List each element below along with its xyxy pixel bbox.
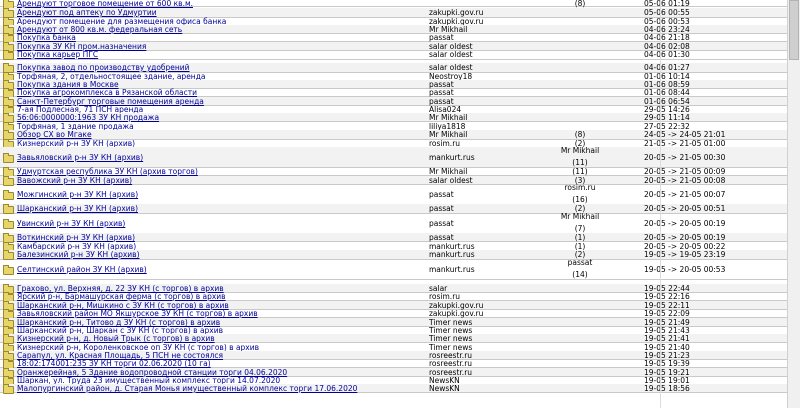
topic-title-link[interactable]: Покупка банка: [17, 34, 76, 42]
topic-row[interactable]: 18:02:174001:235 ЗУ КН торги 02.06.2020 …: [0, 359, 800, 369]
topic-title-link[interactable]: Покупка завод по производству удобрений: [17, 64, 190, 72]
topic-time: 19-05 21:41: [644, 334, 690, 343]
topic-time: 20-05 -> 20-05 00:19: [644, 219, 726, 228]
folder-icon: [3, 265, 14, 275]
folder-icon: [3, 384, 14, 394]
folder-icon: [3, 219, 14, 229]
topic-title-link[interactable]: Удмуртская республика ЗУ КН (архив торго…: [17, 168, 198, 176]
topic-time: 04-06 21:18: [644, 33, 690, 42]
topic-title-link[interactable]: Покупка карьер ПГС: [17, 51, 98, 59]
topic-time: 24-05 -> 24-05 21:01: [644, 130, 726, 139]
topic-time: 19-05 22:16: [644, 292, 690, 301]
topic-row[interactable]: Арендуют торговое помещение от 600 кв.м.…: [0, 0, 800, 9]
topic-row[interactable]: Увинский р-н ЗУ КН (архив) passat Mr Mikha…: [0, 213, 800, 234]
topic-author[interactable]: zakupki.gov.ru: [429, 310, 483, 318]
topic-author[interactable]: mankurt.rus: [429, 251, 475, 259]
last-post-author[interactable]: rosim.ru: [540, 184, 620, 192]
topic-row[interactable]: Удмуртская республика ЗУ КН (архив торго…: [0, 167, 800, 177]
topic-author[interactable]: passat: [429, 34, 454, 42]
topic-time: 19-05 -> 19-05 23:19: [644, 250, 726, 259]
topic-title-link[interactable]: Покупка агрокомплекса в Рязанской област…: [17, 89, 197, 97]
reply-count: (8): [574, 130, 586, 139]
topic-author[interactable]: mankurt.rus: [429, 154, 475, 162]
topic-row[interactable]: Ярский р-н, Бармашурская ферма (с торгов…: [0, 292, 800, 302]
topic-author[interactable]: Mr Mikhail: [429, 114, 467, 122]
topic-author[interactable]: zakupki.gov.ru: [429, 9, 483, 17]
topic-time: 19-05 19:39: [644, 359, 690, 368]
topic-title-link[interactable]: Малопургинский район, д. Старая Монья им…: [17, 385, 357, 393]
topic-title-link[interactable]: Балезинский р-н ЗУ КН (архив): [17, 251, 140, 259]
reply-count: (14): [572, 270, 588, 279]
reply-count: (1): [574, 233, 586, 242]
topic-row[interactable]: Воткинский р-н ЗУ КН (архив) passat (1) 20-…: [0, 233, 800, 243]
topic-author[interactable]: passat: [429, 191, 454, 199]
topic-row[interactable]: Селтинский район ЗУ КН (архив) mankurt.ru…: [0, 259, 800, 280]
topic-title-link[interactable]: Арендуют торговое помещение от 600 кв.м.: [17, 0, 193, 8]
column-divider: [660, 0, 661, 408]
topic-author[interactable]: salar oldest: [429, 64, 473, 72]
scrollbar-thumb[interactable]: [789, 0, 799, 60]
topic-title-link[interactable]: Можгинский р-н ЗУ КН (архив): [17, 191, 138, 199]
topic-title-link[interactable]: Кизнерский р-н, д. Новый Трык (с торгов)…: [17, 335, 215, 343]
topic-author[interactable]: passat: [429, 89, 454, 97]
topic-author[interactable]: Timer news: [429, 335, 472, 343]
topic-title-link[interactable]: Воткинский р-н ЗУ КН (архив): [17, 234, 135, 242]
topic-time: 19-05 22:09: [644, 309, 690, 318]
topic-author[interactable]: rosim.ru: [429, 293, 460, 301]
topic-author[interactable]: NewsKN: [429, 385, 460, 393]
topic-time: 20-05 -> 21-05 00:09: [644, 167, 726, 176]
topic-row[interactable]: Малопургинский район, д. Старая Монья им…: [0, 384, 800, 394]
reply-count: (16): [572, 195, 588, 204]
topic-author[interactable]: rosreestr.ru: [429, 360, 472, 368]
topic-row[interactable]: Покупка агрокомплекса в Рязанской област…: [0, 88, 800, 98]
topic-author[interactable]: passat: [429, 220, 454, 228]
topic-time: 20-05 -> 21-05 00:07: [644, 190, 726, 199]
topic-title-link[interactable]: Обзор СХ во Мгаке: [17, 131, 92, 139]
reply-count: (11): [572, 167, 588, 176]
last-post-author[interactable]: passat: [540, 259, 620, 267]
topic-title-link[interactable]: Шарканский р-н ЗУ КН (архив): [17, 205, 138, 213]
last-post-author[interactable]: Mr Mikhail: [540, 147, 620, 155]
scrollbar[interactable]: [787, 0, 800, 408]
topic-time: 19-05 18:56: [644, 384, 690, 393]
reply-count: (11): [572, 158, 588, 167]
topic-time: 05-06 01:19: [644, 0, 690, 8]
topic-row[interactable]: Можгинский р-н ЗУ КН (архив) passat rosim.…: [0, 184, 800, 205]
topic-row[interactable]: 56:06:0000000:1963 ЗУ КН продажа Mr Mikha…: [0, 113, 800, 123]
topic-row[interactable]: Завьяловский район МО Якшурское ЗУ КН (с…: [0, 309, 800, 319]
folder-icon: [3, 153, 14, 163]
folder-icon: [3, 190, 14, 200]
topic-time: 20-05 -> 20-05 00:51: [644, 204, 726, 213]
topic-title-link[interactable]: Арендуют под аптеку по Удмуртии: [17, 9, 157, 17]
topic-title-link[interactable]: Селтинский район ЗУ КН (архив): [17, 266, 147, 274]
topic-time: 29-05 11:14: [644, 113, 690, 122]
topic-row[interactable]: Завьяловский р-н ЗУ КН (архив) mankurt.ru…: [0, 147, 800, 168]
topic-time: 04-06 01:30: [644, 50, 690, 59]
topic-time: 20-05 -> 20-05 00:19: [644, 233, 726, 242]
topic-title-link[interactable]: Увинский р-н ЗУ КН (архив): [17, 220, 125, 228]
reply-count: (8): [574, 0, 586, 8]
topic-title-link[interactable]: 56:06:0000000:1963 ЗУ КН продажа: [17, 114, 159, 122]
topic-row[interactable]: Покупка карьер ПГС salar oldest 04-06 01:3…: [0, 50, 800, 60]
topic-author[interactable]: mankurt.rus: [429, 266, 475, 274]
reply-count: (7): [574, 224, 586, 233]
topic-time: 19-05 -> 20-05 00:53: [644, 265, 726, 274]
topic-time: 20-05 -> 21-05 00:30: [644, 153, 726, 162]
folder-icon: [3, 50, 14, 60]
topic-author[interactable]: passat: [429, 234, 454, 242]
topic-title-link[interactable]: Ярский р-н, Бармашурская ферма (с торгов…: [17, 293, 226, 301]
topic-time: 01-06 08:44: [644, 88, 690, 97]
topic-title-link[interactable]: Завьяловский р-н ЗУ КН (архив): [17, 154, 143, 162]
topic-author[interactable]: Mr Mikhail: [429, 168, 467, 176]
topic-author[interactable]: passat: [429, 205, 454, 213]
last-post-author[interactable]: Mr Mikhail: [540, 213, 620, 221]
topic-time: 05-06 00:55: [644, 8, 690, 17]
topic-author[interactable]: Mr Mikhail: [429, 131, 467, 139]
topic-author[interactable]: salar oldest: [429, 51, 473, 59]
topic-title-link[interactable]: Завьяловский район МО Якшурское ЗУ КН (с…: [17, 310, 258, 318]
topic-time: 04-06 01:27: [644, 63, 690, 72]
topic-title-link[interactable]: 18:02:174001:235 ЗУ КН торги 02.06.2020 …: [17, 360, 211, 368]
topic-row[interactable]: Кизнерский р-н, д. Новый Трык (с торгов)…: [0, 334, 800, 344]
topic-row[interactable]: Покупка банка passat 04-06 21:18: [0, 33, 800, 43]
